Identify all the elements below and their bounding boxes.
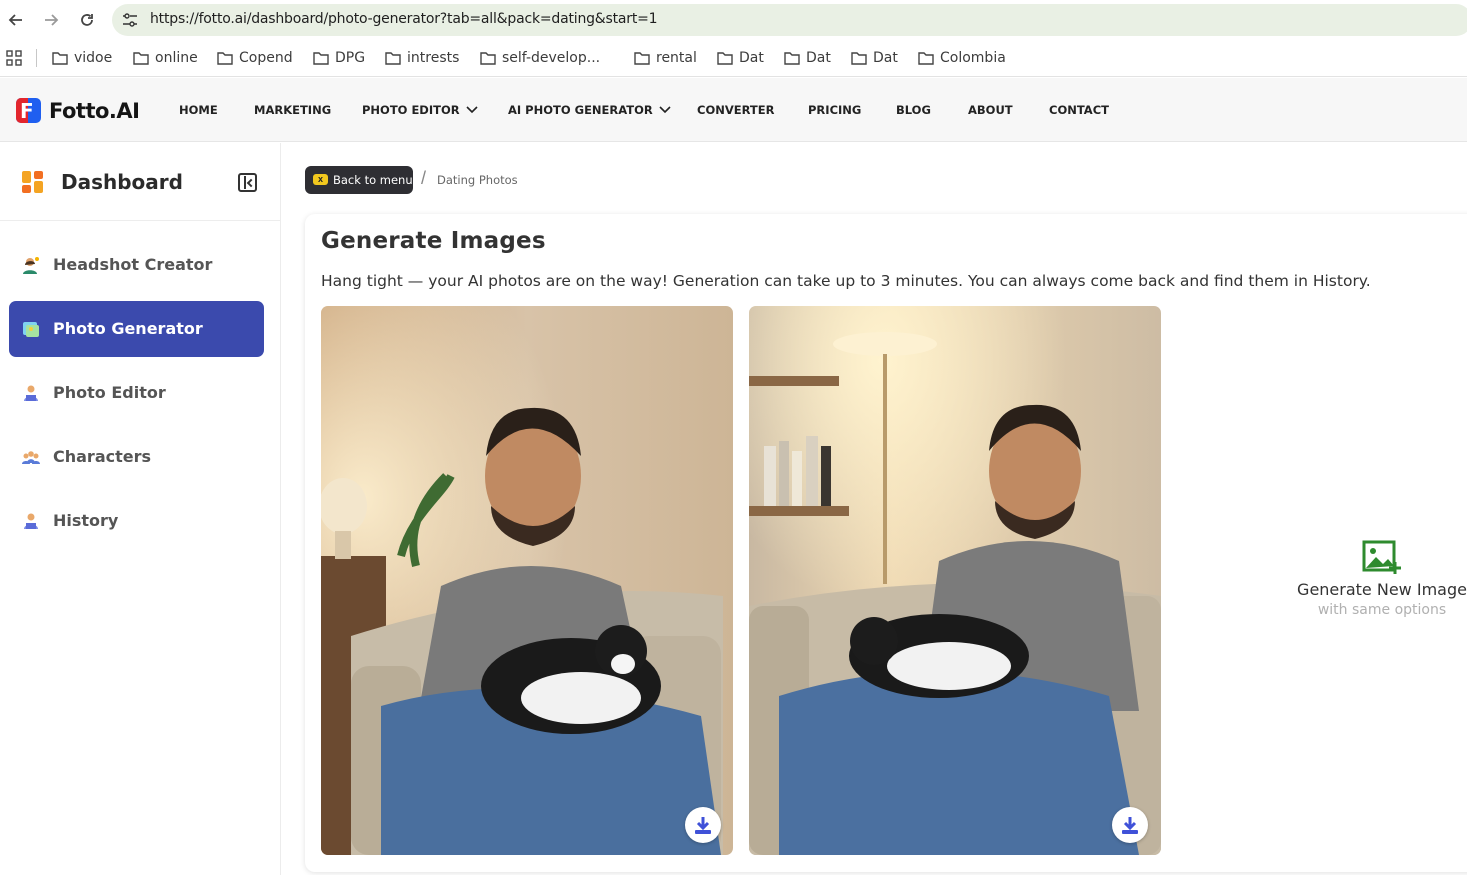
download-icon: [1122, 817, 1138, 834]
sidebar-header: Dashboard: [0, 143, 280, 221]
bookmark-item[interactable]: vidoe: [52, 48, 112, 68]
bookmark-label: vidoe: [74, 50, 113, 66]
bookmark-item[interactable]: rental: [634, 48, 697, 68]
add-image-icon: [1362, 540, 1401, 574]
dashboard-icon: [22, 171, 44, 193]
bookmark-label: Copend: [239, 50, 293, 66]
nav-converter[interactable]: CONVERTER: [697, 103, 775, 117]
bookmark-item[interactable]: Dat: [851, 48, 898, 68]
site-settings-icon[interactable]: [122, 12, 138, 33]
back-to-menu-label: Back to menu: [333, 173, 413, 187]
bookmark-label: Dat: [806, 50, 831, 66]
nav-contact[interactable]: CONTACT: [1049, 103, 1109, 117]
nav-ai-photo-generator[interactable]: AI PHOTO GENERATOR: [508, 103, 671, 117]
sidebar-title: Dashboard: [61, 170, 183, 194]
page-title: Generate Images: [321, 228, 546, 254]
bookmark-label: self-develop...: [502, 50, 601, 66]
sidebar-item-photo-generator[interactable]: Photo Generator: [9, 301, 264, 357]
folder-icon: [717, 52, 733, 65]
sidebar-item-characters[interactable]: Characters: [9, 429, 264, 485]
bookmarks-divider: [36, 49, 37, 67]
folder-icon: [634, 52, 650, 65]
sidebar: Dashboard Headshot Creator Photo Generat…: [0, 143, 281, 875]
sidebar-item-history[interactable]: History: [9, 493, 264, 549]
forward-arrow-icon[interactable]: [39, 8, 63, 32]
download-button[interactable]: [1112, 807, 1148, 843]
bookmark-item[interactable]: Dat: [784, 48, 831, 68]
download-button[interactable]: [685, 807, 721, 843]
nav-photo-editor[interactable]: PHOTO EDITOR: [362, 103, 478, 117]
bookmark-label: intrests: [407, 50, 460, 66]
folder-icon: [133, 52, 149, 65]
bookmark-label: online: [155, 50, 198, 66]
folder-icon: [313, 52, 329, 65]
nav-blog[interactable]: BLOG: [896, 103, 931, 117]
breadcrumb-separator: /: [421, 168, 427, 188]
folder-icon: [217, 52, 233, 65]
nav-marketing[interactable]: MARKETING: [254, 103, 331, 117]
nav-pricing[interactable]: PRICING: [808, 103, 861, 117]
group-icon: [22, 451, 40, 464]
image-icon: [23, 322, 39, 337]
folder-icon: [784, 52, 800, 65]
photo-editor-icon: [24, 385, 38, 401]
generated-photo-image: [321, 306, 733, 855]
generate-new-image-button[interactable]: Generate New Image with same options: [1297, 540, 1467, 618]
bookmark-item[interactable]: Colombia: [918, 48, 1006, 68]
bookmark-label: Dat: [873, 50, 898, 66]
logo-mark-icon: F: [16, 98, 41, 123]
chevron-down-icon: [466, 106, 478, 114]
generate-new-sublabel: with same options: [1317, 602, 1447, 618]
person-icon: [23, 257, 39, 274]
nav-home[interactable]: HOME: [179, 103, 218, 117]
breadcrumb-current: Dating Photos: [437, 173, 518, 187]
bookmarks-bar: vidoe online Copend DPG intrests self-develop…: [0, 40, 1467, 77]
sidebar-item-photo-editor[interactable]: Photo Editor: [9, 365, 264, 421]
bookmark-label: rental: [656, 50, 697, 66]
folder-icon: [918, 52, 934, 65]
back-arrow-icon[interactable]: [4, 8, 28, 32]
bookmark-label: Dat: [739, 50, 764, 66]
address-bar[interactable]: https://fotto.ai/dashboard/photo-generat…: [112, 4, 1467, 36]
bookmark-item[interactable]: intrests: [385, 48, 459, 68]
nav-about[interactable]: ABOUT: [968, 103, 1013, 117]
url-text: https://fotto.ai/dashboard/photo-generat…: [150, 11, 658, 27]
bookmark-label: Colombia: [940, 50, 1006, 66]
folder-icon: [52, 52, 68, 65]
close-icon: x: [313, 174, 328, 185]
folder-icon: [851, 52, 867, 65]
site-header: F Fotto.AI HOME MARKETING PHOTO EDITOR A…: [0, 78, 1467, 142]
sidebar-item-headshot-creator[interactable]: Headshot Creator: [9, 237, 264, 293]
generate-new-label: Generate New Image: [1297, 580, 1467, 599]
generated-photo-1[interactable]: [321, 306, 733, 855]
generated-photo-2[interactable]: [749, 306, 1161, 855]
download-icon: [695, 817, 711, 834]
page-subtitle: Hang tight — your AI photos are on the w…: [321, 272, 1371, 290]
chevron-down-icon: [659, 106, 671, 114]
bookmark-label: DPG: [335, 50, 366, 66]
bookmark-item[interactable]: Copend: [217, 48, 293, 68]
fotto-logo[interactable]: F Fotto.AI: [16, 98, 140, 123]
history-icon: [24, 513, 38, 529]
logo-text: Fotto.AI: [49, 98, 140, 123]
bookmark-item[interactable]: online: [133, 48, 198, 68]
collapse-sidebar-icon[interactable]: [238, 173, 257, 192]
bookmark-item[interactable]: self-develop...: [480, 48, 600, 68]
reload-icon[interactable]: [75, 8, 99, 32]
back-to-menu-button[interactable]: x Back to menu: [305, 166, 413, 194]
folder-icon: [480, 52, 496, 65]
bookmark-item[interactable]: Dat: [717, 48, 764, 68]
bookmark-item[interactable]: DPG: [313, 48, 365, 68]
folder-icon: [385, 52, 401, 65]
generated-photo-image: [749, 306, 1161, 855]
browser-toolbar: https://fotto.ai/dashboard/photo-generat…: [0, 0, 1467, 40]
apps-grid-icon[interactable]: [6, 50, 22, 71]
